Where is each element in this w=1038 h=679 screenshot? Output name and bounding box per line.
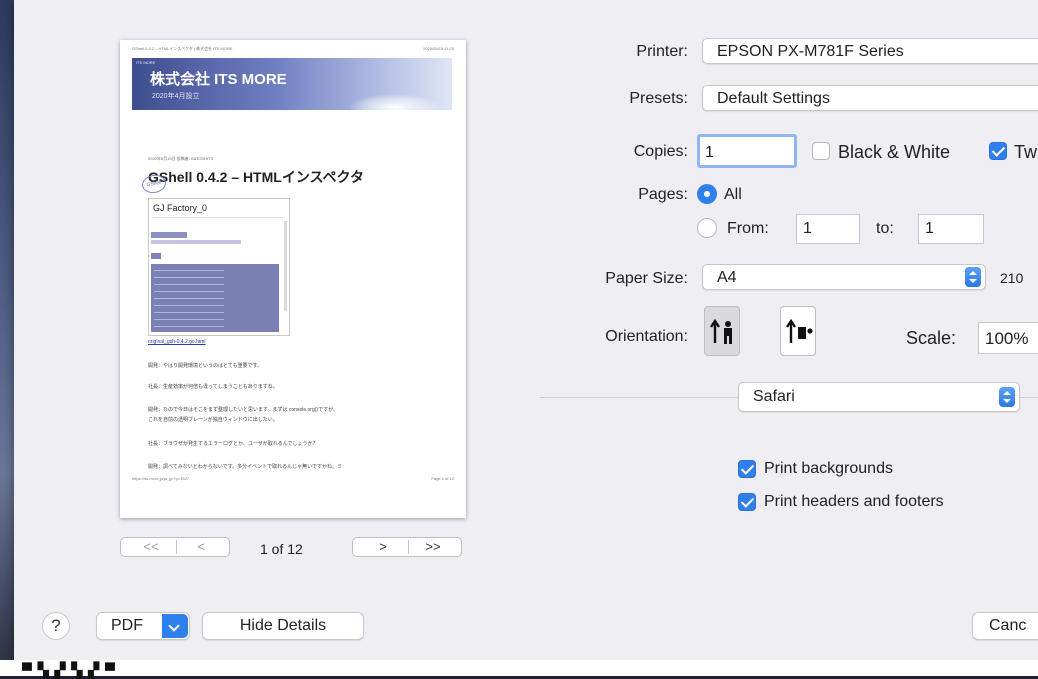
pages-range-radio[interactable] <box>697 218 717 238</box>
preview-banner: ITS MORE 株式会社 ITS MORE 2020年4月設立 <box>132 58 452 116</box>
app-section-stepper-icon <box>999 387 1015 407</box>
print-preview-page: GShell 0.4.2 – HTMLインスペクタ | 株式会社 ITS MOR… <box>120 40 466 518</box>
paper-dimensions: 210 <box>1000 270 1024 286</box>
preview-footer: https://its-more.jp/ja_jp/?p=1627 Page 1… <box>132 476 454 481</box>
app-section-value: Safari <box>753 388 795 405</box>
pages-all-label: All <box>724 186 742 203</box>
first-page-button[interactable]: << <box>133 539 169 554</box>
page-nav-back-group: << < <box>120 537 230 557</box>
pages-label: Pages: <box>638 186 688 203</box>
print-backgrounds-label: Print backgrounds <box>764 460 893 477</box>
preview-window-title: GJ Factory_0 <box>153 203 208 213</box>
preview-highlight-1 <box>151 232 187 238</box>
from-page-value: 1 <box>803 220 812 237</box>
preview-text-line: 開発：調べてみないとわからないです。多分イベントで取れるんじゃ無いですかね。ミ <box>148 464 343 470</box>
page-nav-separator <box>408 540 409 554</box>
preview-window-scrollbar <box>284 221 287 311</box>
portrait-orientation-icon <box>710 319 732 344</box>
preview-link: original_gsh-0.4.2.go.html <box>148 339 206 345</box>
copies-field[interactable]: 1 <box>697 134 797 168</box>
preview-text-line: これを自前の透明ブレーンが独自ウィンドウに出したい。 <box>148 417 278 423</box>
print-headers-footers-label: Print headers and footers <box>764 493 944 510</box>
previous-page-button[interactable]: < <box>183 539 219 554</box>
preview-banner-small: ITS MORE <box>136 60 156 65</box>
printer-value: EPSON PX-M781F Series <box>717 43 904 60</box>
cancel-button[interactable]: Canc <box>972 612 1038 640</box>
orientation-label: Orientation: <box>605 328 688 345</box>
paper-size-stepper-icon <box>965 267 981 287</box>
print-headers-footers-checkbox[interactable] <box>738 493 756 511</box>
page-nav-separator <box>176 540 177 554</box>
pages-all-radio[interactable] <box>697 184 717 204</box>
to-page-value: 1 <box>925 220 934 237</box>
preview-banner-cloud <box>350 94 440 116</box>
paper-size-label: Paper Size: <box>605 270 688 287</box>
preview-log-block <box>151 264 279 332</box>
preview-footer-right: Page 1 of 12 <box>431 476 454 481</box>
last-page-button[interactable]: >> <box>415 539 451 554</box>
preview-post-title: GShell 0.4.2 – HTMLインスペクタ <box>148 169 364 185</box>
page-nav-forward-group: > >> <box>352 537 462 557</box>
portrait-orientation-button[interactable] <box>704 306 740 356</box>
to-page-field[interactable]: 1 <box>918 214 984 244</box>
preview-header-right: 2020/05/15 11:20 <box>423 46 454 51</box>
preview-header-left: GShell 0.4.2 – HTMLインスペクタ | 株式会社 ITS MOR… <box>132 46 233 51</box>
preview-post-date: 2020年5月15日 投稿者: SATOSHITS <box>148 156 214 161</box>
app-section-popup[interactable]: Safari <box>738 382 1020 412</box>
pdf-label: PDF <box>111 617 143 634</box>
copies-value: 1 <box>705 144 714 161</box>
landscape-orientation-button[interactable] <box>780 306 816 356</box>
hide-details-button[interactable]: Hide Details <box>202 612 364 640</box>
print-backgrounds-checkbox[interactable] <box>738 460 756 478</box>
black-white-label: Black & White <box>838 142 951 162</box>
paper-size-popup[interactable]: A4 <box>702 264 986 290</box>
from-page-field[interactable]: 1 <box>796 214 860 244</box>
help-button[interactable]: ? <box>42 612 70 640</box>
desktop-background <box>0 0 14 676</box>
next-page-button[interactable]: > <box>365 539 401 554</box>
copies-label: Copies: <box>633 143 688 160</box>
preview-text-line: 社長：ブラウザが発生するエラーログとか、ユーザが取れるんでしょうか？ <box>148 441 318 447</box>
printer-popup[interactable]: EPSON PX-M781F Series <box>702 38 1038 64</box>
black-white-checkbox[interactable] <box>812 142 830 160</box>
preview-window-rule <box>153 217 283 218</box>
preview-text-line: 社長：生産効率が何倍も違ってしまうこともありますね。 <box>148 384 278 390</box>
scale-label: Scale: <box>906 328 957 348</box>
two-sided-label: Tw <box>1014 142 1038 162</box>
printer-label: Printer: <box>636 43 688 60</box>
preview-text-line: 開発：なので今日はそこをまず整理したいと思います。まずは console.org… <box>148 407 338 413</box>
background-glyphs: ▀▚▞▚▞▀ <box>22 662 121 678</box>
preview-highlight-2 <box>151 240 241 244</box>
preview-banner-title: 株式会社 ITS MORE <box>150 71 287 88</box>
scale-value: 100% <box>985 329 1029 348</box>
preview-highlight-3 <box>151 253 161 259</box>
presets-label: Presets: <box>629 90 688 107</box>
scale-field[interactable]: 100% <box>978 322 1038 354</box>
two-sided-checkbox[interactable] <box>989 142 1007 160</box>
presets-popup[interactable]: Default Settings <box>702 85 1038 111</box>
preview-text-line: 開発：やはり開発環境というのはとても重要です。 <box>148 363 263 369</box>
pdf-menu-chevron-icon[interactable] <box>162 614 188 638</box>
presets-value: Default Settings <box>717 90 830 107</box>
landscape-orientation-icon <box>786 319 813 343</box>
preview-banner-subtitle: 2020年4月設立 <box>152 93 200 100</box>
pages-to-label: to: <box>876 220 894 237</box>
paper-size-value: A4 <box>717 269 737 286</box>
page-count: 1 of 12 <box>260 541 303 557</box>
preview-screenshot: GJ Factory_0 <box>148 198 290 336</box>
pages-from-label: From: <box>727 220 769 237</box>
preview-header: GShell 0.4.2 – HTMLインスペクタ | 株式会社 ITS MOR… <box>132 46 454 52</box>
window-bottom-edge: ▀▚▞▚▞▀ <box>0 660 1038 678</box>
preview-footer-left: https://its-more.jp/ja_jp/?p=1627 <box>132 476 190 481</box>
